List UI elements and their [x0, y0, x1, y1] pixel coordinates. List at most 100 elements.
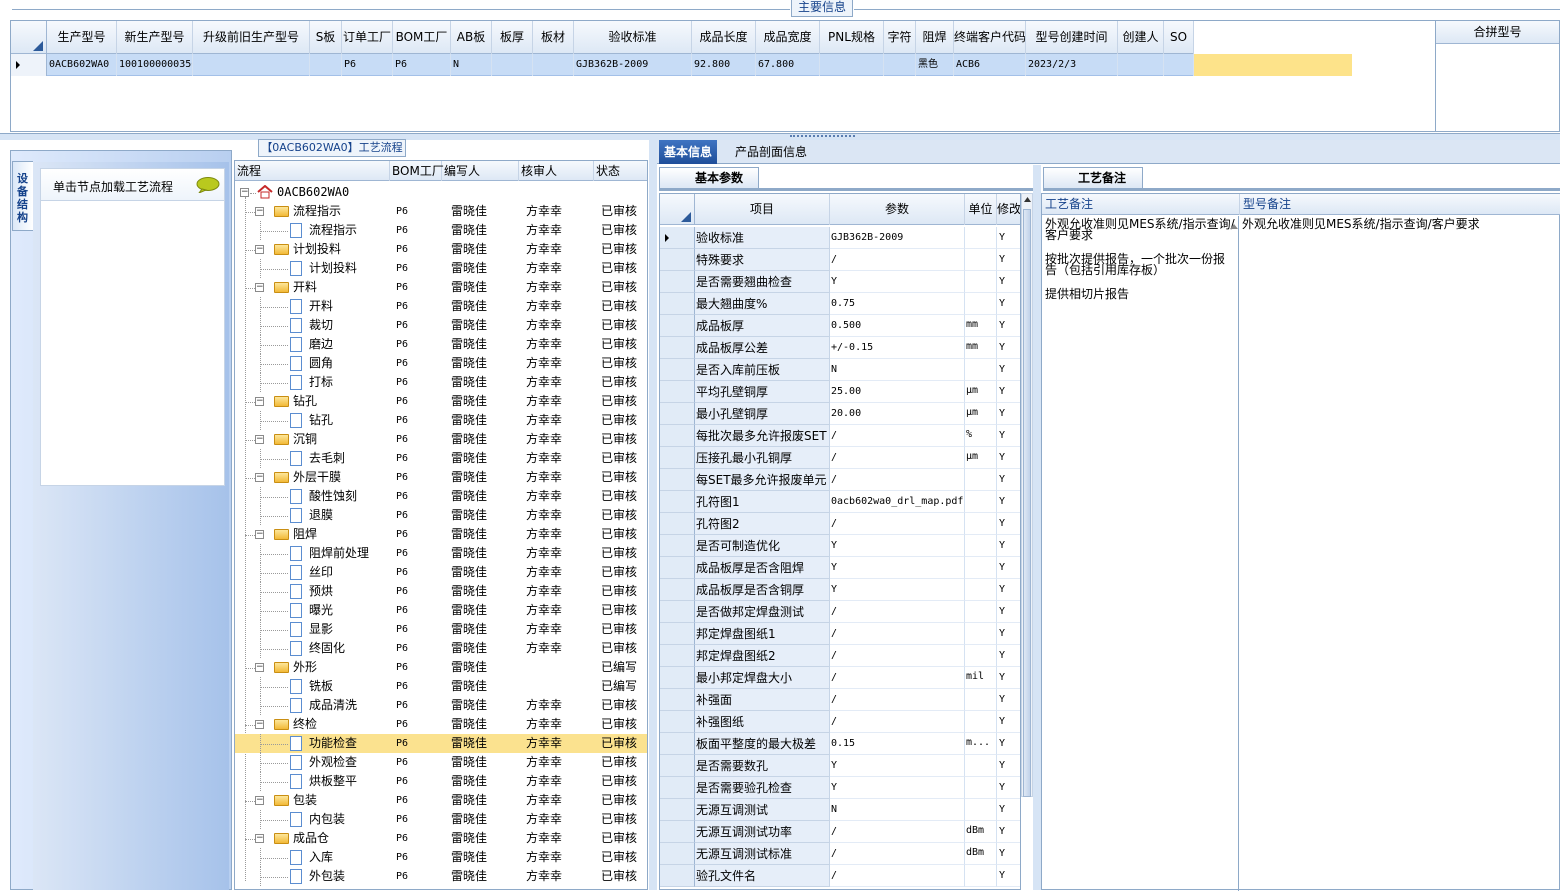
row-selector[interactable] — [660, 601, 695, 623]
param-value[interactable]: / — [830, 865, 965, 887]
tree-row[interactable]: − 终检 P6 雷晓佳 方幸幸 已审核 — [235, 715, 647, 734]
main-col-header[interactable]: 型号创建时间 — [1026, 21, 1118, 54]
process-notes-text[interactable]: 外观允收准则见MES系统/指示查询/客户要求 按批次提供报告，一个批次一份报告（… — [1042, 216, 1239, 891]
tab-basic-info[interactable]: 基本信息 — [659, 140, 718, 164]
tree-row[interactable]: 丝印 P6 雷晓佳 方幸幸 已审核 — [235, 563, 647, 582]
row-selector[interactable] — [660, 249, 695, 271]
param-value[interactable]: Y — [830, 777, 965, 799]
tree-row[interactable]: − 流程指示 P6 雷晓佳 方幸幸 已审核 — [235, 202, 647, 221]
main-col-header[interactable]: 阻焊 — [916, 21, 954, 54]
param-row[interactable]: 是否入库前压板 N Y — [660, 359, 1020, 381]
merge-model-panel[interactable]: 合拼型号 — [1435, 20, 1560, 132]
main-col-header[interactable]: 成品长度 — [692, 21, 756, 54]
tree-row[interactable]: 开料 P6 雷晓佳 方幸幸 已审核 — [235, 297, 647, 316]
row-selector[interactable] — [660, 271, 695, 293]
row-selector[interactable] — [660, 381, 695, 403]
param-modify[interactable]: Y — [997, 447, 1020, 469]
param-modify[interactable]: Y — [997, 733, 1020, 755]
main-col-header[interactable]: 成品宽度 — [756, 21, 820, 54]
collapse-icon[interactable]: − — [240, 188, 249, 197]
tree-row[interactable]: − 计划投料 P6 雷晓佳 方幸幸 已审核 — [235, 240, 647, 259]
tree-row[interactable]: 曝光 P6 雷晓佳 方幸幸 已审核 — [235, 601, 647, 620]
row-selector[interactable] — [660, 425, 695, 447]
main-col-header[interactable]: BOM工厂 — [393, 21, 451, 54]
row-selector[interactable] — [660, 711, 695, 733]
row-selector[interactable] — [660, 755, 695, 777]
param-row[interactable]: 特殊要求 / Y — [660, 249, 1020, 271]
param-value[interactable]: GJB362B-2009 — [830, 227, 965, 249]
param-modify[interactable]: Y — [997, 579, 1020, 601]
param-modify[interactable]: Y — [997, 755, 1020, 777]
param-modify[interactable]: Y — [997, 865, 1020, 887]
process-tree[interactable]: 流程 BOM工厂 编写人 核审人 状态 −0ACB602WA0− 流程指示 P6 雷晓佳 方幸幸… — [234, 160, 648, 890]
param-row[interactable]: 验收标准 GJB362B-2009 Y — [660, 227, 1020, 249]
collapse-icon[interactable]: − — [255, 834, 264, 843]
tree-row[interactable]: − 外层干膜 P6 雷晓佳 方幸幸 已审核 — [235, 468, 647, 487]
param-modify[interactable]: Y — [997, 227, 1020, 249]
param-modify[interactable]: Y — [997, 601, 1020, 623]
param-value[interactable]: / — [830, 249, 965, 271]
tree-row[interactable]: 终固化 P6 雷晓佳 方幸幸 已审核 — [235, 639, 647, 658]
row-selector[interactable] — [660, 491, 695, 513]
notes-scroll-up-icon[interactable] — [1230, 224, 1238, 229]
param-modify[interactable]: Y — [997, 337, 1020, 359]
tree-row[interactable]: − 钻孔 P6 雷晓佳 方幸幸 已审核 — [235, 392, 647, 411]
tree-row[interactable]: 外观检查 P6 雷晓佳 方幸幸 已审核 — [235, 753, 647, 772]
row-selector[interactable] — [660, 821, 695, 843]
main-col-header[interactable]: AB板 — [451, 21, 492, 54]
tab-product-section[interactable]: 产品剖面信息 — [730, 140, 812, 164]
main-col-header[interactable]: 字符 — [884, 21, 916, 54]
row-selector[interactable] — [660, 403, 695, 425]
tree-row[interactable]: − 外形 P6 雷晓佳 已编写 — [235, 658, 647, 677]
main-info-grid[interactable]: 生产型号 新生产型号 升级前旧生产型号 S板 订单工厂 BOM工厂 AB板 板厚 板材 验收标准成… — [10, 20, 1436, 132]
main-cell[interactable] — [1164, 54, 1194, 76]
param-row[interactable]: 最大翘曲度% 0.75 Y — [660, 293, 1020, 315]
tree-row[interactable]: 内包装 P6 雷晓佳 方幸幸 已审核 — [235, 810, 647, 829]
param-value[interactable]: 0.500 — [830, 315, 965, 337]
tree-row[interactable]: 计划投料 P6 雷晓佳 方幸幸 已审核 — [235, 259, 647, 278]
param-row[interactable]: 无源互调测试标准 / dBm Y — [660, 843, 1020, 865]
main-cell[interactable]: ACB6 — [954, 54, 1026, 76]
param-row[interactable]: 孔符图2/ Y — [660, 513, 1020, 535]
main-col-header[interactable]: 板材 — [533, 21, 574, 54]
param-row[interactable]: 最小邦定焊盘大小 / mil Y — [660, 667, 1020, 689]
row-selector[interactable] — [660, 799, 695, 821]
tree-row[interactable]: − 包装 P6 雷晓佳 方幸幸 已审核 — [235, 791, 647, 810]
collapse-icon[interactable]: − — [255, 207, 264, 216]
main-cell[interactable] — [310, 54, 342, 76]
param-row[interactable]: 成品板厚 0.500 mm Y — [660, 315, 1020, 337]
row-selector[interactable] — [660, 315, 695, 337]
tree-row[interactable]: 钻孔 P6 雷晓佳 方幸幸 已审核 — [235, 411, 647, 430]
row-selector[interactable] — [660, 293, 695, 315]
collapse-icon[interactable]: − — [255, 245, 264, 254]
row-selector[interactable] — [660, 623, 695, 645]
param-modify[interactable]: Y — [997, 535, 1020, 557]
main-col-header[interactable]: S板 — [310, 21, 342, 54]
params-col-header[interactable]: 单位 — [965, 194, 997, 225]
params-col-header[interactable]: 修改 — [997, 194, 1020, 225]
param-row[interactable]: 每SET最多允许报废单元 / Y — [660, 469, 1020, 491]
tree-row[interactable]: 外包装 P6 雷晓佳 方幸幸 已审核 — [235, 867, 647, 886]
param-row[interactable]: 是否做邦定焊盘测试 / Y — [660, 601, 1020, 623]
row-selector[interactable] — [660, 469, 695, 491]
row-selector[interactable] — [660, 447, 695, 469]
param-row[interactable]: 邦定焊盘图纸2/ Y — [660, 645, 1020, 667]
main-cell[interactable]: 0ACB602WA0 — [47, 54, 117, 76]
param-modify[interactable]: Y — [997, 689, 1020, 711]
param-value[interactable]: N — [830, 359, 965, 381]
main-col-header[interactable]: 生产型号 — [47, 21, 117, 54]
row-selector[interactable] — [660, 579, 695, 601]
param-value[interactable]: / — [830, 645, 965, 667]
tree-row[interactable]: − 成品仓 P6 雷晓佳 方幸幸 已审核 — [235, 829, 647, 848]
param-modify[interactable]: Y — [997, 843, 1020, 865]
param-row[interactable]: 成品板厚是否含铜厚 Y Y — [660, 579, 1020, 601]
row-selector[interactable] — [11, 54, 47, 76]
basic-params-grid[interactable]: 项目 参数 单位 修改 验收标准 GJB362B-2009 Y 特殊要求 / Y 是否需要翘曲检查… — [659, 193, 1021, 890]
param-modify[interactable]: Y — [997, 557, 1020, 579]
row-selector[interactable] — [660, 535, 695, 557]
process-col-header[interactable]: 核审人 — [519, 161, 594, 181]
param-row[interactable]: 是否需要验孔检查 Y Y — [660, 777, 1020, 799]
main-col-header[interactable]: 订单工厂 — [342, 21, 393, 54]
collapse-icon[interactable]: − — [255, 283, 264, 292]
row-selector[interactable] — [660, 359, 695, 381]
